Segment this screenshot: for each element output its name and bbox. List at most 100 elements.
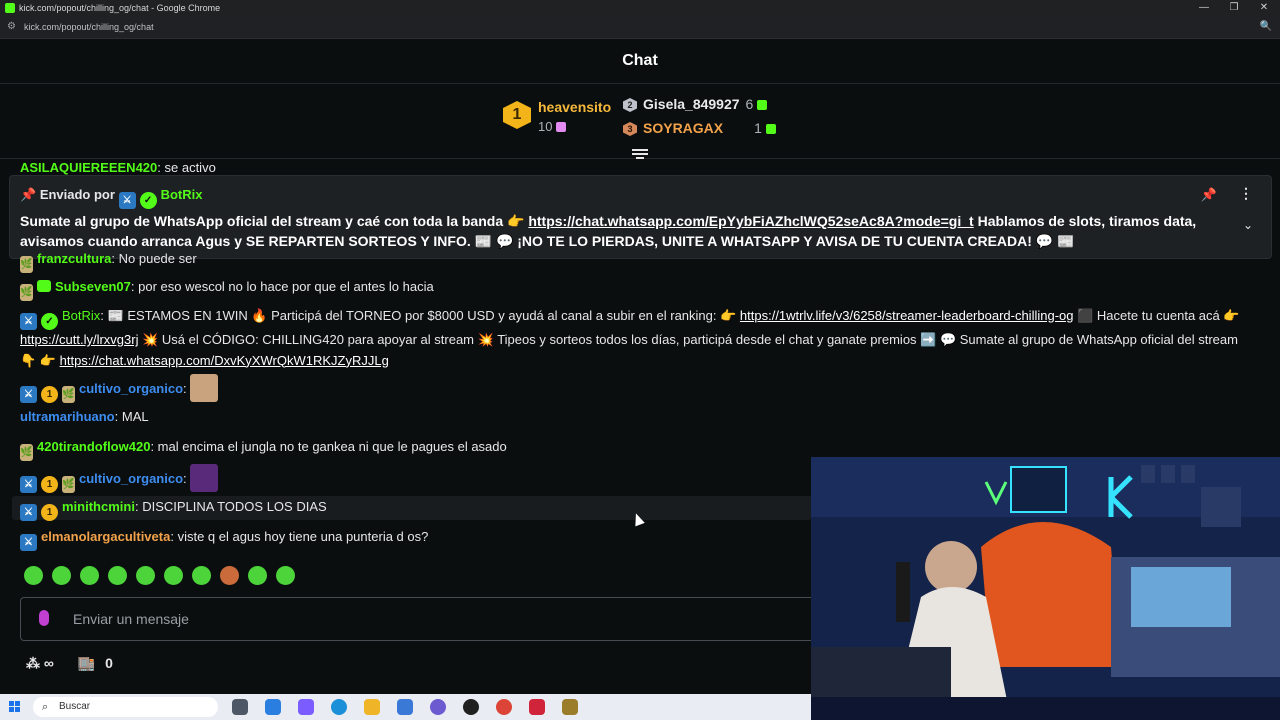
chevron-down-icon[interactable]: ⌄	[1243, 218, 1253, 232]
chat-username[interactable]: ultramarihuano	[20, 409, 115, 424]
taskbar-search-label: Buscar	[59, 701, 91, 712]
chat-message: ASILAQUIEREEEN420: se activo	[20, 160, 216, 175]
sub-1-badge-icon: 1	[41, 386, 58, 403]
app-icon[interactable]	[529, 699, 545, 715]
site-info-icon[interactable]: ⚙	[7, 16, 16, 38]
leaderboard-username[interactable]: heavensito	[538, 99, 611, 115]
app-icon[interactable]	[463, 699, 479, 715]
address-bar[interactable]: ⚙ kick.com/popout/chilling_og/chat 🔍	[0, 16, 1280, 39]
leaderboard-third-place[interactable]: 3 SOYRAGAX 1	[623, 120, 776, 136]
taskbar-search[interactable]: ⌕ Buscar	[33, 697, 218, 717]
chat-message: ⚔ ✓ BotRix: 📰 ESTAMOS EN 1WIN 🔥 Participá …	[20, 308, 1240, 368]
subscriber-badge-icon: 🌿	[20, 444, 33, 461]
subscriber-badge-icon: 🌿	[62, 386, 75, 403]
streamer-webcam-image	[811, 457, 1280, 720]
chat-username[interactable]: 420tirandoflow420	[37, 439, 150, 454]
chat-username[interactable]: cultivo_organico	[79, 381, 183, 396]
chat-username[interactable]: elmanolargacultiveta	[41, 529, 170, 544]
face-emote-icon	[190, 374, 219, 402]
app-icon[interactable]	[265, 699, 281, 715]
gift-icon	[765, 124, 776, 134]
task-view-icon[interactable]	[232, 699, 248, 715]
chat-message: 🌿 420tirandoflow420: mal encima el jungla…	[20, 439, 507, 461]
more-options-icon[interactable]: ⋮	[1239, 185, 1253, 202]
emote-3-icon[interactable]	[80, 566, 99, 585]
gift-icon	[757, 100, 768, 110]
moderator-badge-icon: ⚔	[20, 386, 37, 403]
zoom-icon[interactable]: 🔍	[1260, 16, 1272, 38]
store-icon[interactable]: 🏬	[78, 655, 95, 672]
emote-8-icon[interactable]	[220, 566, 239, 585]
url-text[interactable]: kick.com/popout/chilling_og/chat	[24, 16, 154, 38]
leaderboard-username[interactable]: Gisela_849927	[643, 96, 740, 112]
whatsapp-link[interactable]: https://chat.whatsapp.com/DxvKyXWrQkW1RK…	[60, 353, 389, 368]
rank-1-badge-icon: 1	[503, 101, 531, 129]
moderator-badge-icon: ⚔	[20, 476, 37, 493]
chat-message: ⚔ 1 minithcmini: DISCIPLINA TODOS LOS DIAS	[20, 499, 327, 521]
leaderboard-second-place[interactable]: 2 Gisela_849927 6	[623, 96, 768, 112]
pinned-text: Sumate al grupo de WhatsApp oficial del …	[20, 213, 1197, 249]
emote-4-icon[interactable]	[108, 566, 127, 585]
chat-message: ⚔ elmanolargacultiveta: viste q el agus h…	[20, 529, 428, 551]
moderator-badge-icon: ⚔	[20, 504, 37, 521]
leaderboard-username[interactable]: SOYRAGAX	[643, 120, 723, 136]
chat-message: ⚔ 1 🌿 cultivo_organico:	[20, 464, 219, 493]
edge-icon[interactable]	[331, 699, 347, 715]
chat-username[interactable]: franzcultura	[37, 251, 111, 266]
chat-input[interactable]	[71, 604, 775, 634]
leaderboard-gift-count: 10	[538, 119, 567, 134]
emote-5-icon[interactable]	[136, 566, 155, 585]
chat-message-text: MAL	[121, 409, 149, 424]
emote-9-icon[interactable]	[248, 566, 267, 585]
verified-badge-icon: ✓	[139, 192, 157, 209]
chat-username[interactable]: cultivo_organico	[79, 471, 183, 486]
gifter-badge-icon	[37, 280, 51, 292]
pinned-header: 📌 Enviado por ⚔ ✓ BotRix	[20, 187, 202, 209]
emote-7-icon[interactable]	[192, 566, 211, 585]
store-count: 0	[105, 655, 113, 671]
kick-favicon-icon	[5, 3, 15, 13]
chat-username[interactable]: ASILAQUIEREEEN420	[20, 160, 157, 175]
channel-points-value: ∞	[43, 655, 54, 671]
chat-input-box[interactable]	[20, 597, 822, 641]
subscriber-badge-icon: 🌿	[20, 284, 33, 301]
chat-username[interactable]: Subseven07	[55, 279, 131, 294]
chat-header: Chat	[0, 39, 1280, 84]
app-icon[interactable]	[430, 699, 446, 715]
verified-badge-icon: ✓	[41, 313, 58, 330]
copilot-icon[interactable]	[298, 699, 314, 715]
chat-username[interactable]: minithcmini	[62, 499, 135, 514]
restore-icon[interactable]: ❐	[1219, 0, 1249, 16]
file-explorer-icon[interactable]	[364, 699, 380, 715]
minimize-icon[interactable]: —	[1189, 0, 1219, 16]
tournament-link[interactable]: https://1wtrlv.life/v3/6258/streamer-lea…	[740, 308, 1074, 323]
store-app-icon[interactable]	[397, 699, 413, 715]
windows-start-icon[interactable]	[9, 701, 21, 713]
emote-1-icon[interactable]	[24, 566, 43, 585]
webcam-overlay	[811, 457, 1280, 720]
emote-10-icon[interactable]	[276, 566, 295, 585]
signup-link[interactable]: https://cutt.ly/lrxvg3rj	[20, 332, 138, 347]
leaderboard-gift-count: 6	[745, 96, 754, 112]
emote-6-icon[interactable]	[164, 566, 183, 585]
chat-message: 🌿 franzcultura: No puede ser	[20, 251, 197, 273]
pinned-bot-name[interactable]: BotRix	[161, 187, 203, 202]
chat-message: ultramarihuano: MAL	[20, 409, 149, 424]
emote-2-icon[interactable]	[52, 566, 71, 585]
channel-points-icon[interactable]: ⁂	[26, 655, 40, 672]
close-icon[interactable]: ✕	[1249, 0, 1279, 16]
subscriber-badge-icon: 🌿	[20, 256, 33, 273]
pin-small-icon: 📌	[20, 187, 37, 202]
chat-message-text: No puede ser	[118, 251, 197, 266]
chat-message-text: DISCIPLINA TODOS LOS DIAS	[142, 499, 327, 514]
leaderboard-gift-count: 1	[754, 120, 762, 136]
microphone-icon[interactable]	[39, 610, 49, 626]
chat-message-text: viste q el agus hoy tiene una punteria d…	[177, 529, 429, 544]
pinned-whatsapp-link[interactable]: https://chat.whatsapp.com/EpYybFiAZhclWQ…	[528, 213, 973, 229]
rank-2-badge-icon: 2	[623, 98, 637, 112]
browser-titlebar: kick.com/popout/chilling_og/chat - Googl…	[0, 0, 1280, 16]
chrome-icon[interactable]	[496, 699, 512, 715]
app-icon[interactable]	[562, 699, 578, 715]
pin-icon[interactable]: 📌	[1201, 187, 1217, 203]
chat-username[interactable]: BotRix	[62, 308, 100, 323]
